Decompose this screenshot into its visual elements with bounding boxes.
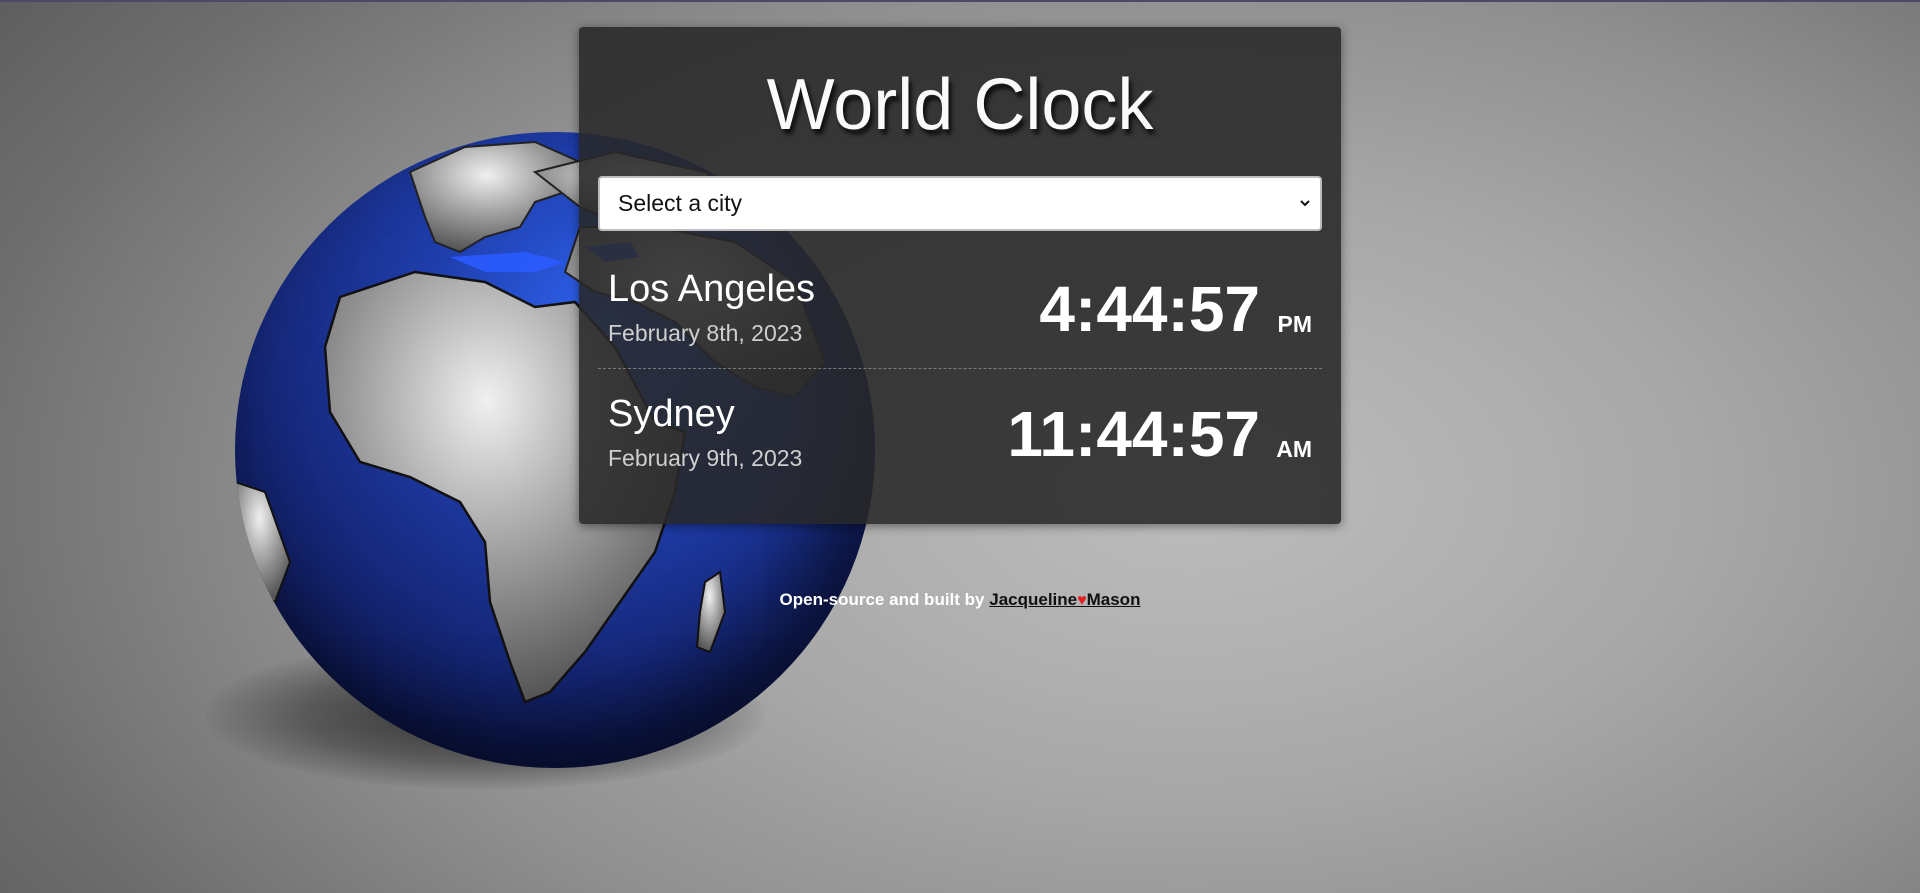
top-border (0, 0, 1920, 2)
city-date: February 9th, 2023 (608, 445, 803, 471)
city-select[interactable]: Select a city (598, 176, 1322, 231)
city-time: 4:44:57 (1039, 273, 1260, 345)
city-row-sydney: Sydney February 9th, 2023 11:44:57 AM (598, 392, 1322, 492)
city-row-los-angeles: Los Angeles February 8th, 2023 4:44:57 P… (598, 267, 1322, 367)
city-date: February 8th, 2023 (608, 320, 803, 346)
footer-text: Open-source and built by (779, 590, 985, 609)
footer: Open-source and built by Jacqueline♥Maso… (0, 591, 1920, 609)
city-select-value: Select a city (618, 190, 742, 216)
city-ampm: AM (1276, 436, 1312, 462)
author-last-name: Mason (1086, 590, 1141, 609)
author-first-name: Jacqueline (989, 590, 1078, 609)
heart-icon: ♥ (1077, 592, 1087, 609)
world-clock-card: World Clock Select a city Los Angeles Fe… (579, 27, 1341, 524)
chevron-down-icon (1300, 200, 1310, 207)
city-name: Los Angeles (608, 268, 816, 310)
city-name: Sydney (608, 393, 735, 435)
city-divider (598, 368, 1322, 369)
page-title: World Clock (766, 65, 1154, 145)
city-ampm: PM (1277, 311, 1313, 337)
author-link[interactable]: Jacqueline♥Mason (989, 590, 1140, 609)
city-time: 11:44:57 (1007, 398, 1260, 470)
